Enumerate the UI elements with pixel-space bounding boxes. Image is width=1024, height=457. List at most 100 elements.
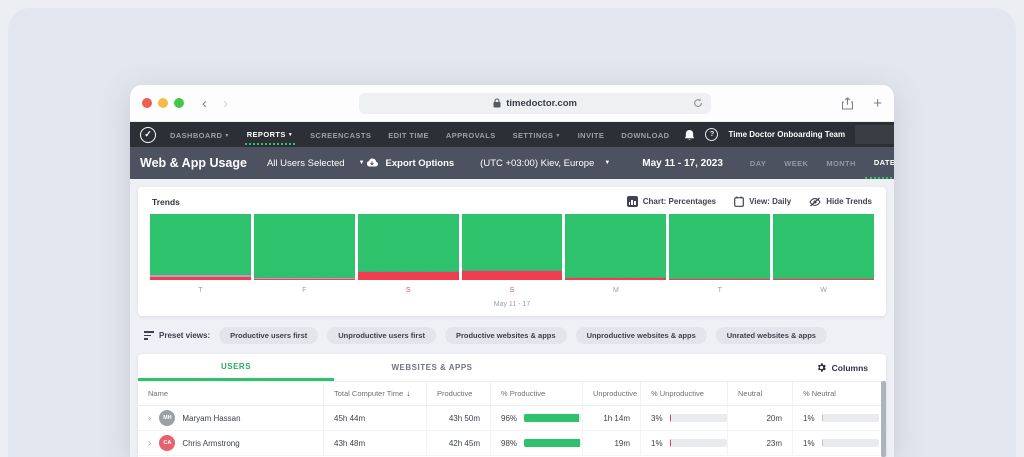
nav-item[interactable]: INVITE [576, 125, 607, 144]
nav-item[interactable]: SETTINGS ▼ [511, 125, 563, 144]
chevron-down-icon: ▼ [287, 132, 294, 138]
nav-item[interactable]: REPORTS ▼ [244, 124, 296, 145]
period-tab[interactable]: WEEK [775, 147, 817, 179]
chart-bar[interactable] [773, 214, 875, 280]
table-row[interactable]: › CA Chris Armstrong 43h 48m 42h 45m 98%… [138, 431, 886, 456]
nav-item[interactable]: EDIT TIME [386, 125, 431, 144]
avatar: CA [159, 435, 176, 451]
productive-percent: 98% [501, 438, 518, 448]
view-toggle[interactable]: View: Daily [734, 196, 791, 207]
column-header[interactable]: % Unproductive [640, 382, 727, 405]
url-text: timedoctor.com [506, 97, 577, 109]
nav-item[interactable]: DASHBOARD ▼ [168, 125, 232, 144]
period-tabs: DAYWEEKMONTHDATE RANGE [741, 147, 894, 179]
column-header[interactable]: Unproductive [582, 382, 640, 405]
table-tab[interactable]: USERS [138, 354, 334, 381]
timedoctor-logo-icon[interactable]: ✓ [140, 126, 156, 143]
users-filter-select[interactable]: All Users Selected ▼ [267, 158, 365, 169]
period-tab[interactable]: DATE RANGE [864, 147, 894, 179]
period-tab[interactable]: DAY [741, 147, 775, 179]
productive-segment [461, 214, 563, 272]
chevron-right-icon[interactable]: › [148, 413, 151, 424]
maximize-window-icon[interactable] [174, 98, 184, 108]
day-label: T [717, 287, 722, 294]
day-label: W [820, 287, 827, 294]
chart-type-toggle[interactable]: Chart: Percentages [626, 196, 716, 207]
timezone-select[interactable]: (UTC +03:00) Kiev, Europe ▼ [480, 158, 610, 169]
table-body: › MH Maryam Hassan 45h 44m 43h 50m 96% 1… [138, 406, 886, 456]
unproductive-time: 19m [582, 431, 640, 455]
total-computer-time: 43h 48m [323, 431, 426, 455]
share-icon[interactable] [842, 96, 854, 110]
back-icon[interactable]: ‹ [202, 96, 207, 111]
minimize-window-icon[interactable] [158, 98, 168, 108]
column-header[interactable]: Name [138, 382, 323, 405]
team-name: Time Doctor Onboarding Team [728, 130, 846, 139]
chart-bar[interactable] [150, 214, 251, 280]
table-header-row: Name Total Computer Time ↓ Productive% Prod… [138, 382, 886, 406]
preset-chip[interactable]: Unproductive websites & apps [575, 327, 707, 344]
column-header[interactable]: Total Computer Time ↓ [323, 382, 426, 405]
chevron-down-icon: ▼ [224, 133, 230, 139]
neutral-progress-bar [821, 414, 879, 422]
nav-item[interactable]: APPROVALS [444, 125, 498, 144]
url-bar[interactable]: timedoctor.com [359, 92, 712, 114]
nav-item[interactable]: SCREENCASTS [308, 125, 373, 144]
eye-slash-icon [809, 197, 821, 207]
chart-bar[interactable] [357, 214, 459, 280]
help-icon[interactable]: ? [705, 128, 719, 141]
filter-icon [144, 331, 154, 340]
preset-views-label: Preset views: [144, 331, 210, 340]
productive-progress-bar [524, 414, 582, 422]
new-tab-icon[interactable]: + [873, 96, 882, 111]
productive-segment [357, 214, 459, 273]
trends-title: Trends [152, 196, 180, 207]
preset-chip[interactable]: Productive users first [219, 327, 319, 344]
bar-chart-icon [626, 196, 638, 207]
screenshot-canvas: ‹ › timedoctor.com + ✓ DASHBOARD ▼ REPOR… [0, 0, 1024, 457]
column-header[interactable]: Productive [426, 382, 490, 405]
table-tab[interactable]: WEBSITES & APPS [334, 354, 530, 381]
preset-chip[interactable]: Productive websites & apps [444, 327, 567, 344]
preset-chip[interactable]: Unrated websites & apps [715, 327, 827, 344]
trends-panel: Trends Chart: Percentages View: Daily Hi… [138, 187, 886, 316]
neutral-progress-bar [821, 439, 879, 447]
gear-icon [816, 362, 827, 373]
productive-segment [150, 214, 251, 275]
productive-segment [773, 214, 875, 279]
productive-time: 43h 50m [426, 406, 490, 430]
preset-chip[interactable]: Unproductive users first [327, 327, 436, 344]
browser-chrome: ‹ › timedoctor.com + [130, 85, 894, 122]
total-computer-time: 45h 44m [323, 406, 426, 430]
content-area: Trends Chart: Percentages View: Daily Hi… [130, 179, 894, 457]
hide-trends-toggle[interactable]: Hide Trends [809, 197, 872, 207]
preset-views-bar: Preset views: Productive users first Unpr… [144, 327, 880, 344]
chevron-right-icon[interactable]: › [148, 438, 151, 449]
page-subheader: Web & App Usage All Users Selected ▼ Exp… [130, 147, 894, 179]
redacted-user-info [855, 125, 894, 144]
chart-bar[interactable] [565, 214, 667, 280]
chart-bar[interactable] [461, 214, 563, 280]
user-name: Maryam Hassan [182, 413, 241, 423]
chart-bar[interactable] [669, 214, 771, 280]
trends-controls: Chart: Percentages View: Daily Hide Tren… [626, 196, 872, 207]
export-options-button[interactable]: Export Options [365, 158, 454, 169]
period-tab[interactable]: MONTH [817, 147, 865, 179]
bell-icon[interactable] [684, 129, 695, 141]
columns-button[interactable]: Columns [816, 362, 886, 373]
nav-item[interactable]: DOWNLOAD [619, 125, 671, 144]
column-header[interactable]: % Neutral [792, 382, 881, 405]
table-scrollbar[interactable] [881, 381, 886, 457]
day-label: M [612, 287, 619, 294]
unproductive-progress-bar [669, 439, 727, 447]
neutral-percent: 1% [803, 438, 815, 448]
forward-icon[interactable]: › [223, 96, 228, 111]
column-header[interactable]: % Productive [490, 382, 582, 405]
table-row[interactable]: › MH Maryam Hassan 45h 44m 43h 50m 96% 1… [138, 406, 886, 431]
chart-bar[interactable] [253, 214, 355, 280]
chevron-down-icon: ▼ [604, 160, 611, 166]
top-navigation: ✓ DASHBOARD ▼ REPORTS ▼ SCREENCASTS EDIT TIME… [130, 122, 894, 147]
column-header[interactable]: Neutral [727, 382, 792, 405]
reload-icon[interactable] [693, 98, 703, 108]
close-window-icon[interactable] [142, 98, 152, 108]
